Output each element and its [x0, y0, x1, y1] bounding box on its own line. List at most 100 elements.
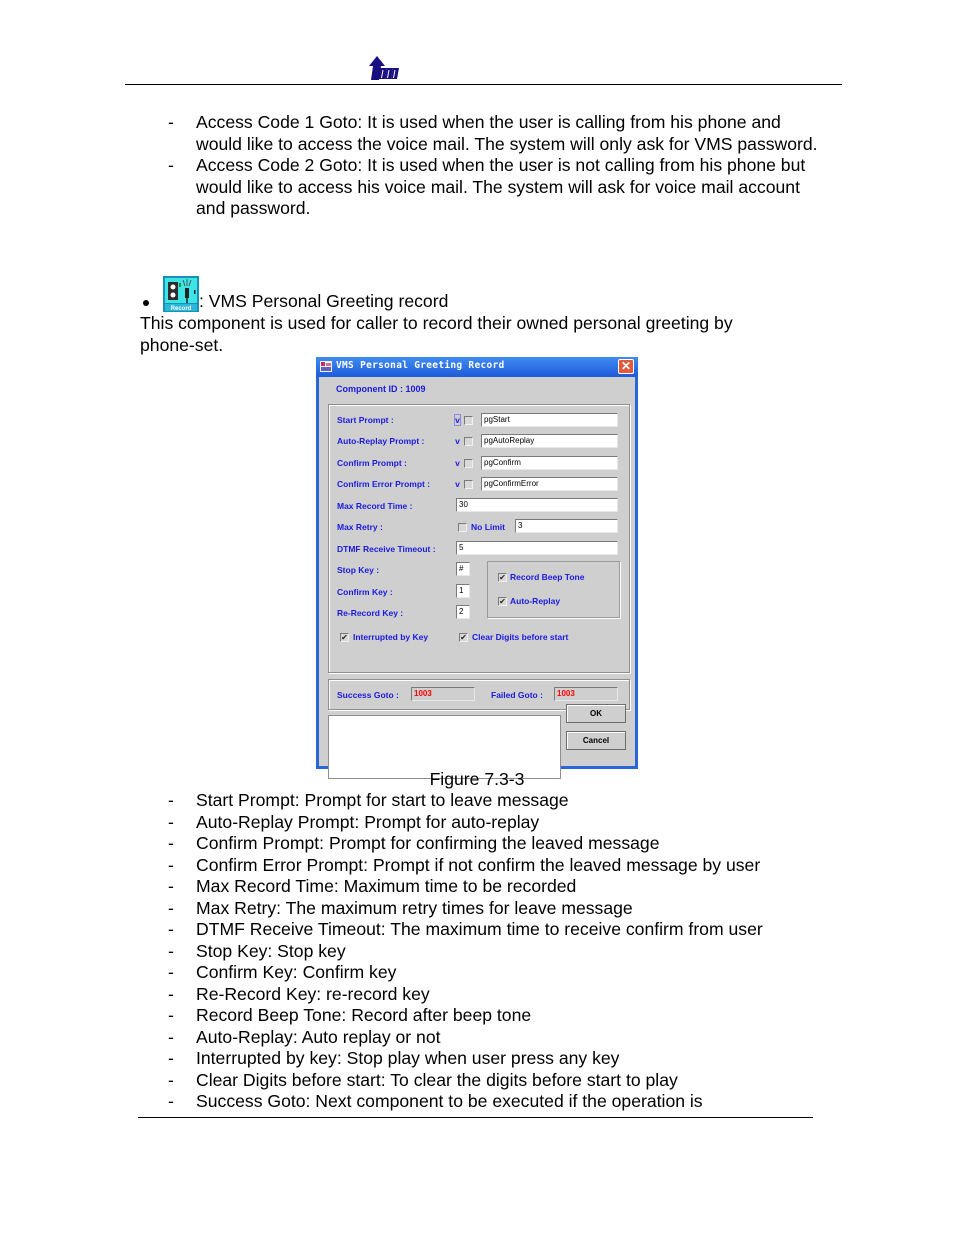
clear-digits-checkbox[interactable]: ✔	[459, 633, 468, 642]
list-item: - Max Record Time: Maximum time to be rec…	[168, 876, 577, 896]
list-item-text: Re-Record Key: re-record key	[196, 983, 430, 1004]
start-prompt-v-toggle[interactable]: v	[454, 414, 461, 426]
failed-goto-input[interactable]: 1003	[554, 687, 618, 701]
interrupted-by-key-checkbox[interactable]: ✔	[340, 633, 349, 642]
ok-button[interactable]: OK	[566, 704, 626, 723]
confirm-prompt-label: Confirm Prompt :	[337, 458, 407, 468]
list-item-text: Start Prompt: Prompt for start to leave …	[196, 790, 569, 810]
figure-caption: Figure 7.3-3	[429, 769, 525, 789]
start-prompt-label: Start Prompt :	[337, 415, 394, 425]
clear-digits-label: Clear Digits before start	[472, 632, 569, 642]
cancel-button[interactable]: Cancel	[566, 731, 626, 750]
list-item: - DTMF Receive Timeout: The maximum time …	[168, 919, 763, 939]
app-icon	[320, 361, 332, 372]
list-item-text: Access Code 1 Goto: It is used when the …	[196, 112, 818, 154]
list-item-text: Record Beep Tone: Record after beep tone	[196, 1005, 532, 1025]
list-item: - Confirm Error Prompt: Prompt if not con…	[168, 854, 761, 875]
stop-key-input[interactable]: #	[456, 562, 470, 576]
list-item: - Confirm Key: Confirm key	[168, 962, 397, 982]
list-item-text: Confirm Prompt: Prompt for confirming th…	[196, 833, 660, 853]
dialog-body: Component ID : 1009 Start Prompt : v pgS…	[319, 377, 635, 779]
list-item: - Interrupted by key: Stop play when user…	[168, 1048, 620, 1068]
dialog-titlebar[interactable]: VMS Personal Greeting Record ✕	[316, 357, 638, 377]
list-item: - Stop Key: Stop key	[168, 940, 346, 961]
company-logo-icon	[369, 56, 399, 80]
list-item-text: Clear Digits before start: To clear the …	[196, 1069, 678, 1090]
access-code-list: - Access Code 1 Goto: It is used when the…	[168, 112, 818, 220]
list-item: - Success Goto: Next component to be exec…	[168, 1091, 703, 1111]
list-item-text: Auto-Replay: Auto replay or not	[196, 1026, 441, 1047]
max-record-time-input[interactable]: 30	[456, 498, 618, 512]
rerecord-key-input[interactable]: 2	[456, 605, 470, 619]
auto-replay-prompt-v-toggle[interactable]: v	[454, 435, 461, 447]
rerecord-key-label: Re-Record Key :	[337, 608, 404, 618]
list-item-text: Confirm Error Prompt: Prompt if not conf…	[196, 854, 761, 875]
component-title: : VMS Personal Greeting record	[199, 290, 449, 311]
settings-panel: Start Prompt : v pgStart Auto-Replay Pro…	[328, 404, 630, 673]
list-item-text: Auto-Replay Prompt: Prompt for auto-repl…	[196, 811, 540, 832]
dtmf-timeout-input[interactable]: 5	[456, 541, 618, 555]
confirm-key-input[interactable]: 1	[456, 584, 470, 598]
success-goto-label: Success Goto :	[337, 690, 399, 700]
record-beep-tone-label: Record Beep Tone	[510, 572, 585, 582]
component-id-label: Component ID : 1009	[336, 384, 426, 394]
record-beep-tone-checkbox[interactable]: ✔	[498, 573, 507, 582]
auto-replay-prompt-checkbox[interactable]	[464, 437, 473, 446]
header-divider	[125, 84, 842, 85]
confirm-error-prompt-label: Confirm Error Prompt :	[337, 479, 431, 489]
record-icon-label: Record	[171, 306, 192, 312]
start-prompt-checkbox[interactable]	[464, 416, 473, 425]
auto-replay-checkbox[interactable]: ✔	[498, 597, 507, 606]
max-retry-input[interactable]: 3	[515, 519, 618, 533]
record-options-panel: ✔ Record Beep Tone ✔ Auto-Replay	[487, 561, 620, 618]
start-prompt-input[interactable]: pgStart	[481, 413, 618, 427]
list-item: - Auto-Replay: Auto replay or not	[168, 1026, 441, 1047]
auto-replay-prompt-label: Auto-Replay Prompt :	[337, 436, 425, 446]
confirm-error-prompt-input[interactable]: pgConfirmError	[481, 477, 618, 491]
auto-replay-label: Auto-Replay	[510, 596, 561, 606]
confirm-prompt-checkbox[interactable]	[464, 459, 473, 468]
component-bullet: Record : VMS Personal Greeting record	[140, 272, 448, 312]
max-retry-label: Max Retry :	[337, 522, 383, 532]
footer-divider	[138, 1117, 813, 1118]
stop-key-label: Stop Key :	[337, 565, 380, 575]
list-item-text: Success Goto: Next component to be execu…	[196, 1091, 703, 1111]
list-item-text: DTMF Receive Timeout: The maximum time t…	[196, 919, 763, 939]
interrupted-by-key-label: Interrupted by Key	[353, 632, 429, 642]
close-button[interactable]: ✕	[618, 359, 634, 374]
bullet-dot	[143, 300, 149, 306]
list-item-text: Confirm Key: Confirm key	[196, 962, 397, 982]
list-item: - Record Beep Tone: Record after beep ton…	[168, 1005, 532, 1025]
list-item-text: Stop Key: Stop key	[196, 940, 346, 961]
component-description: This component is used for caller to rec…	[140, 313, 733, 355]
confirm-prompt-input[interactable]: pgConfirm	[481, 456, 618, 470]
list-item: - Confirm Prompt: Prompt for confirming t…	[168, 833, 660, 853]
success-goto-input[interactable]: 1003	[411, 687, 475, 701]
list-item-text: Interrupted by key: Stop play when user …	[196, 1048, 620, 1068]
list-item: - Access Code 2 Goto: It is used when the…	[168, 155, 806, 218]
record-component-icon: Record	[163, 276, 199, 312]
list-item: - Re-Record Key: re-record key	[168, 983, 430, 1004]
list-item-text: Max Record Time: Maximum time to be reco…	[196, 876, 577, 896]
confirm-prompt-v-toggle[interactable]: v	[454, 457, 461, 469]
no-limit-checkbox[interactable]	[458, 523, 467, 532]
confirm-error-prompt-checkbox[interactable]	[464, 480, 473, 489]
dialog-title: VMS Personal Greeting Record	[336, 360, 505, 371]
list-item: - Start Prompt: Prompt for start to leave…	[168, 790, 569, 810]
auto-replay-prompt-input[interactable]: pgAutoReplay	[481, 434, 618, 448]
list-item: - Access Code 1 Goto: It is used when the…	[168, 112, 818, 154]
no-limit-label: No Limit	[471, 522, 505, 532]
dtmf-timeout-label: DTMF Receive Timeout :	[337, 544, 436, 554]
list-item-text: Access Code 2 Goto: It is used when the …	[196, 155, 806, 218]
list-item-text: Max Retry: The maximum retry times for l…	[196, 897, 633, 918]
max-record-time-label: Max Record Time :	[337, 501, 413, 511]
parameter-description-list: - Start Prompt: Prompt for start to leave…	[168, 790, 818, 1113]
failed-goto-label: Failed Goto :	[491, 690, 543, 700]
confirm-error-prompt-v-toggle[interactable]: v	[454, 478, 461, 490]
list-item: - Max Retry: The maximum retry times for …	[168, 897, 633, 918]
vms-personal-greeting-dialog: VMS Personal Greeting Record ✕ Component…	[316, 357, 638, 779]
list-item: - Auto-Replay Prompt: Prompt for auto-rep…	[168, 811, 540, 832]
close-icon: ✕	[620, 359, 632, 373]
confirm-key-label: Confirm Key :	[337, 587, 393, 597]
list-item: - Clear Digits before start: To clear the…	[168, 1069, 678, 1090]
